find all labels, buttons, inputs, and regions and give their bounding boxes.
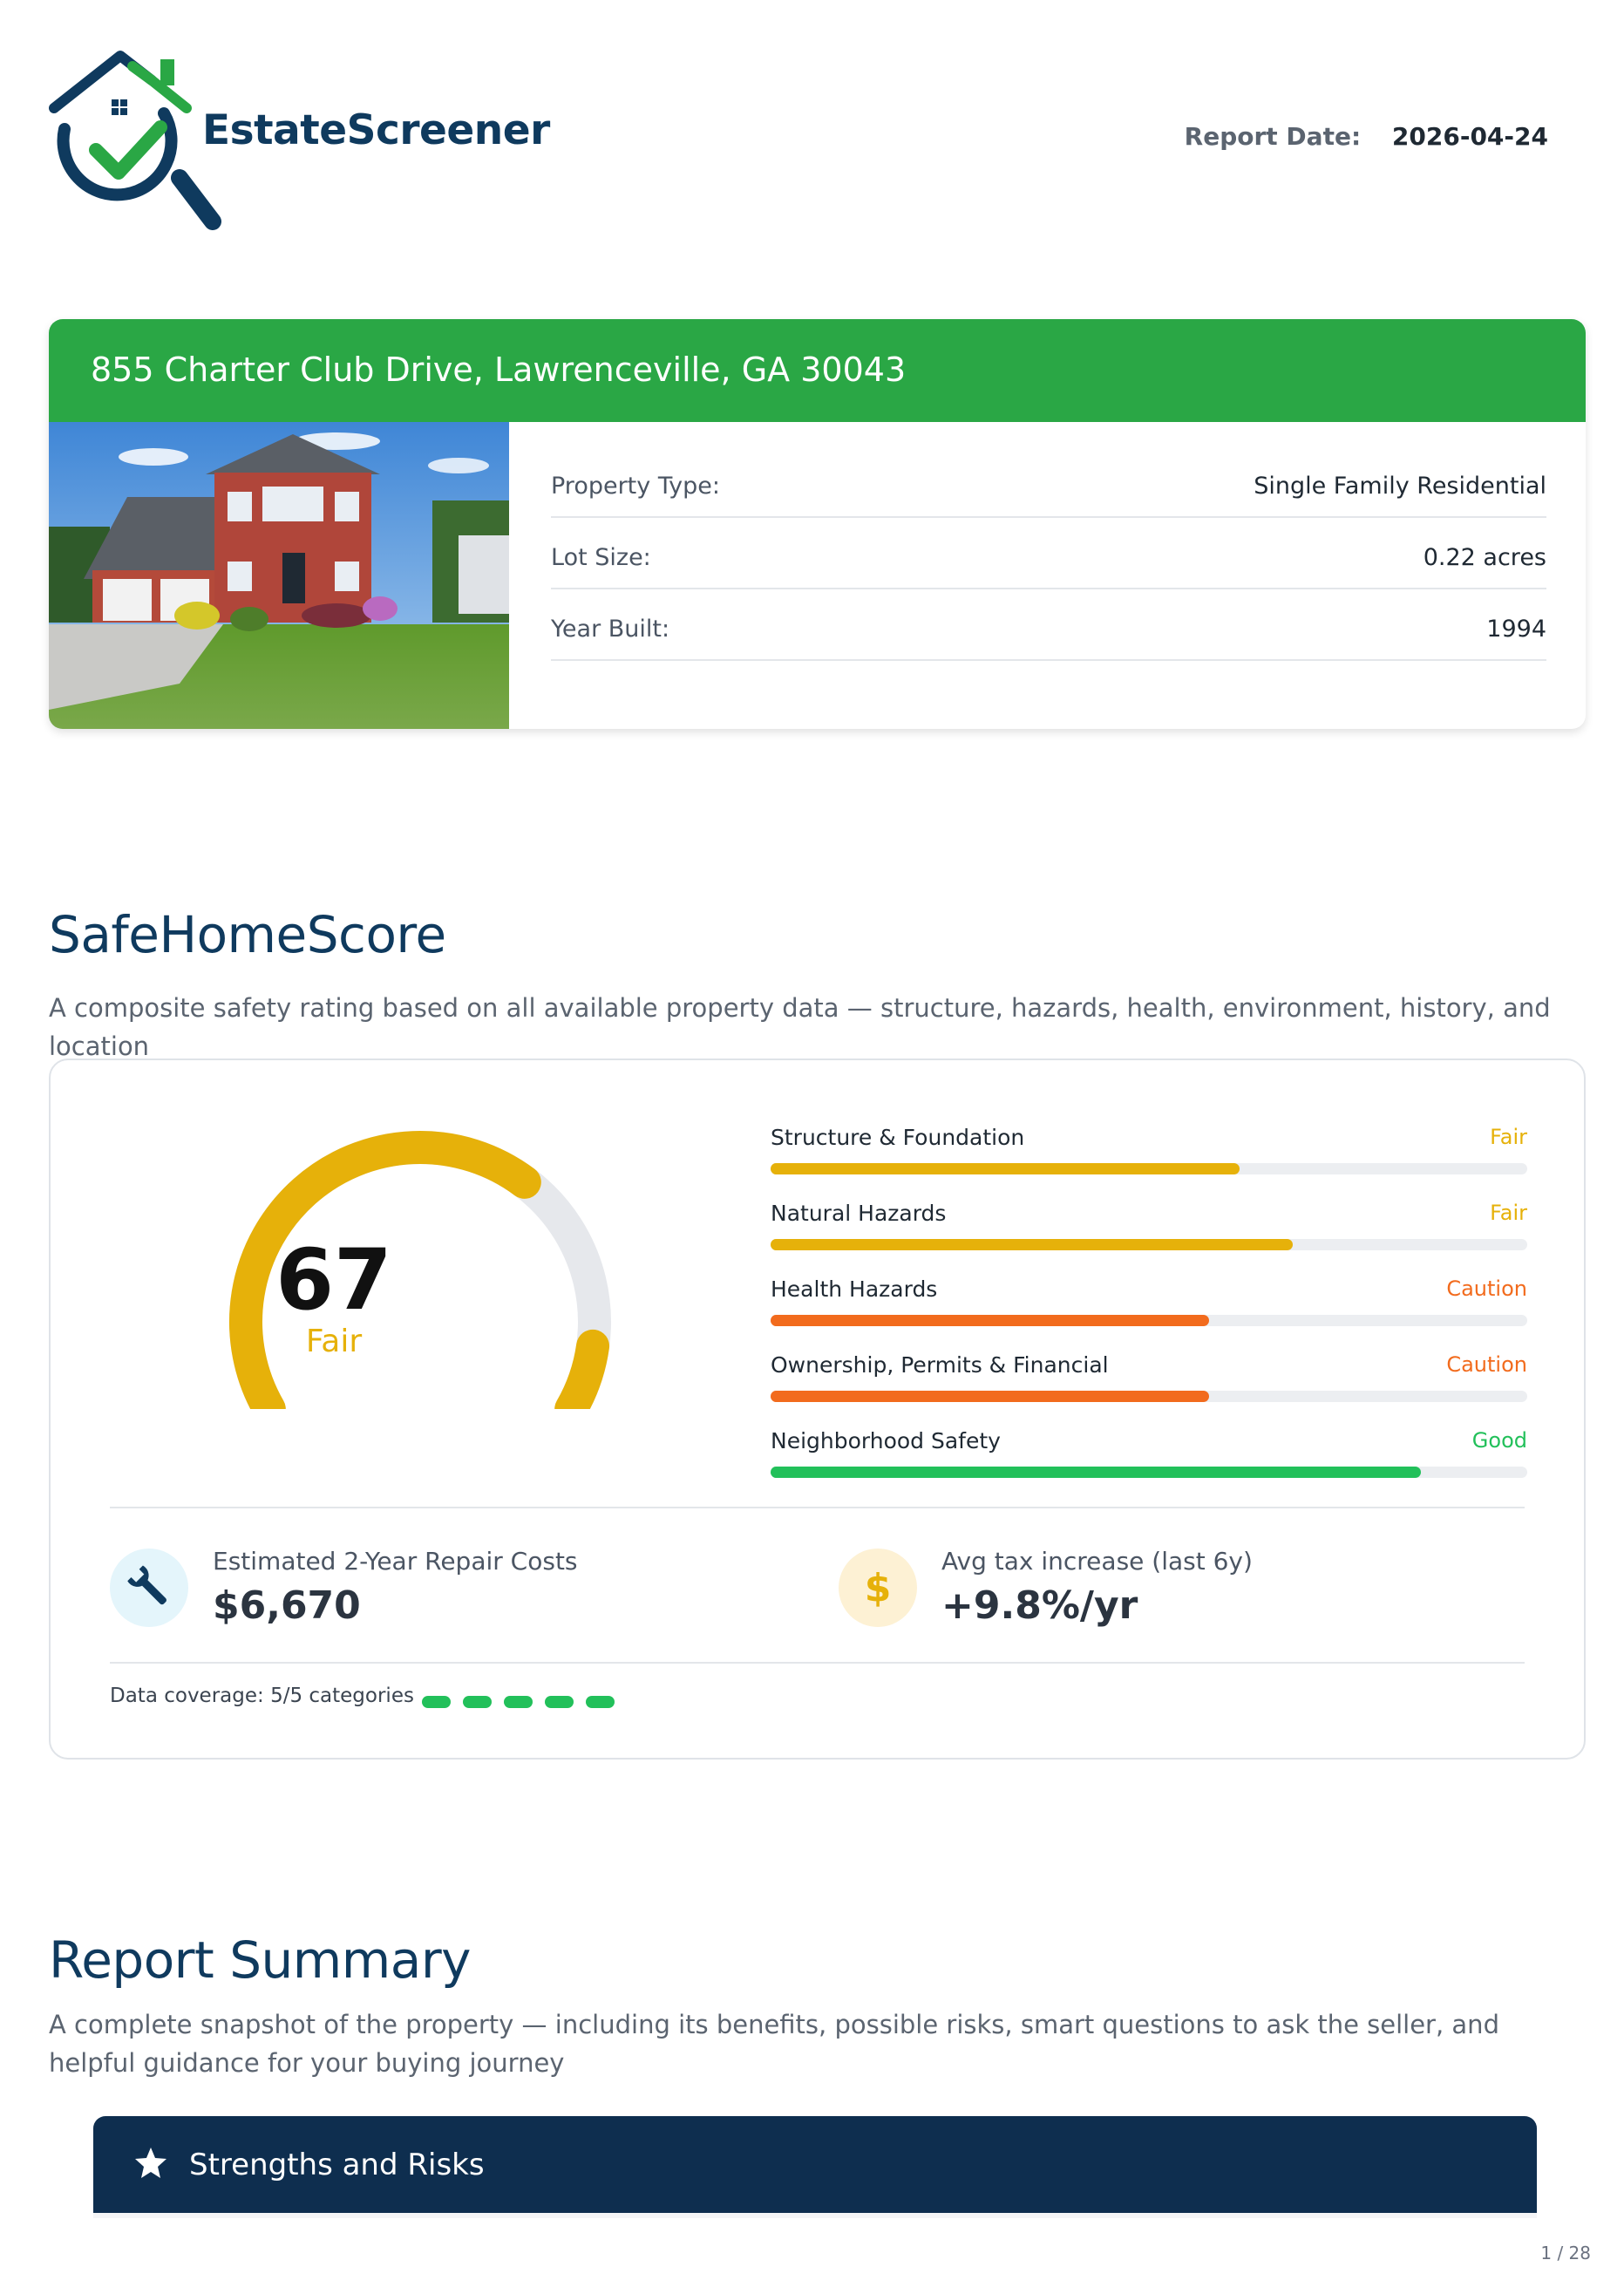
detail-row-year-built: Year Built: 1994	[551, 589, 1546, 661]
category-bar-fill	[771, 1163, 1240, 1174]
category-bar-track	[771, 1391, 1527, 1402]
strengths-risks-header[interactable]: Strengths and Risks	[93, 2116, 1537, 2213]
coverage-dot	[586, 1696, 615, 1708]
detail-value: 0.22 acres	[1423, 544, 1546, 571]
tax-increase-label: Avg tax increase (last 6y)	[941, 1547, 1253, 1576]
coverage-dot	[463, 1696, 493, 1708]
report-date-label: Report Date:	[1184, 122, 1362, 151]
category-name: Natural Hazards	[771, 1201, 947, 1226]
repair-cost-metric: Estimated 2-Year Repair Costs $6,670	[110, 1538, 772, 1634]
property-photo	[49, 422, 509, 729]
brand-logo: EstateScreener	[49, 51, 550, 242]
detail-value: 1994	[1486, 616, 1546, 643]
score-label: Fair	[305, 1324, 363, 1359]
tax-increase-value: +9.8%/yr	[941, 1583, 1138, 1628]
category-bar-fill	[771, 1391, 1210, 1402]
category-bar-fill	[771, 1239, 1293, 1250]
category-name: Neighborhood Safety	[771, 1428, 1001, 1453]
category-ownership-permits-financial: Ownership, Permits & Financial Caution	[771, 1352, 1527, 1428]
detail-row-lot-size: Lot Size: 0.22 acres	[551, 518, 1546, 589]
banner-bottom-edge	[93, 2213, 1537, 2218]
safehome-subtitle: A composite safety rating based on all a…	[49, 993, 1551, 1061]
report-header: EstateScreener Report Date: 2026-04-24	[49, 51, 1548, 242]
brand-name: EstateScreener	[202, 106, 550, 154]
category-rating: Fair	[1490, 1125, 1527, 1149]
category-natural-hazards: Natural Hazards Fair	[771, 1201, 1527, 1276]
coverage-dot	[422, 1696, 451, 1708]
detail-row-property-type: Property Type: Single Family Residential	[551, 446, 1546, 518]
category-name: Structure & Foundation	[771, 1125, 1025, 1150]
coverage-dot	[545, 1696, 574, 1708]
score-card: 67 Fair Structure & Foundation Fair Natu…	[49, 1059, 1586, 1760]
data-coverage-dots	[422, 1695, 622, 1712]
category-list: Structure & Foundation Fair Natural Haza…	[771, 1125, 1527, 1504]
property-details: Property Type: Single Family Residential…	[551, 446, 1546, 661]
score-value: 67	[275, 1231, 392, 1329]
category-health-hazards: Health Hazards Caution	[771, 1276, 1527, 1352]
category-bar-fill	[771, 1315, 1210, 1326]
category-rating: Caution	[1446, 1352, 1527, 1377]
property-address: 855 Charter Club Drive, Lawrenceville, G…	[49, 319, 1586, 422]
safehome-title: SafeHomeScore	[49, 905, 446, 964]
category-name: Health Hazards	[771, 1276, 938, 1302]
category-bar-track	[771, 1467, 1527, 1478]
category-name: Ownership, Permits & Financial	[771, 1352, 1109, 1378]
report-date: Report Date: 2026-04-24	[1185, 122, 1548, 151]
property-card: 855 Charter Club Drive, Lawrenceville, G…	[49, 319, 1586, 729]
star-icon	[135, 2148, 166, 2178]
repair-cost-value: $6,670	[213, 1583, 361, 1628]
detail-label: Lot Size:	[551, 544, 651, 571]
svg-text:$: $	[865, 1566, 892, 1610]
detail-label: Year Built:	[551, 616, 670, 643]
tax-increase-metric: $ Avg tax increase (last 6y) +9.8%/yr	[839, 1538, 1501, 1634]
strengths-risks-title: Strengths and Risks	[189, 2148, 485, 2182]
wrench-icon	[110, 1549, 188, 1627]
summary-title: Report Summary	[49, 1930, 472, 1990]
category-rating: Fair	[1490, 1201, 1527, 1225]
card-divider	[110, 1662, 1525, 1664]
category-neighborhood-safety: Neighborhood Safety Good	[771, 1428, 1527, 1504]
report-date-value: 2026-04-24	[1391, 122, 1548, 151]
category-rating: Good	[1471, 1428, 1527, 1453]
house-photo-image	[49, 422, 509, 729]
page-number: 1 / 28	[1540, 2243, 1591, 2263]
category-rating: Caution	[1446, 1276, 1527, 1301]
detail-label: Property Type:	[551, 473, 720, 500]
category-bar-track	[771, 1315, 1527, 1326]
summary-subtitle: A complete snapshot of the property — in…	[49, 2010, 1499, 2078]
card-divider	[110, 1507, 1525, 1508]
category-bar-track	[771, 1163, 1527, 1174]
detail-value: Single Family Residential	[1254, 473, 1546, 500]
coverage-dot	[504, 1696, 533, 1708]
data-coverage-label: Data coverage: 5/5 categories	[110, 1685, 414, 1707]
house-magnifier-logo-icon	[49, 51, 221, 230]
category-bar-track	[771, 1239, 1527, 1250]
category-bar-fill	[771, 1467, 1422, 1478]
repair-cost-label: Estimated 2-Year Repair Costs	[213, 1547, 578, 1576]
dollar-icon: $	[839, 1549, 917, 1627]
category-structure-foundation: Structure & Foundation Fair	[771, 1125, 1527, 1201]
